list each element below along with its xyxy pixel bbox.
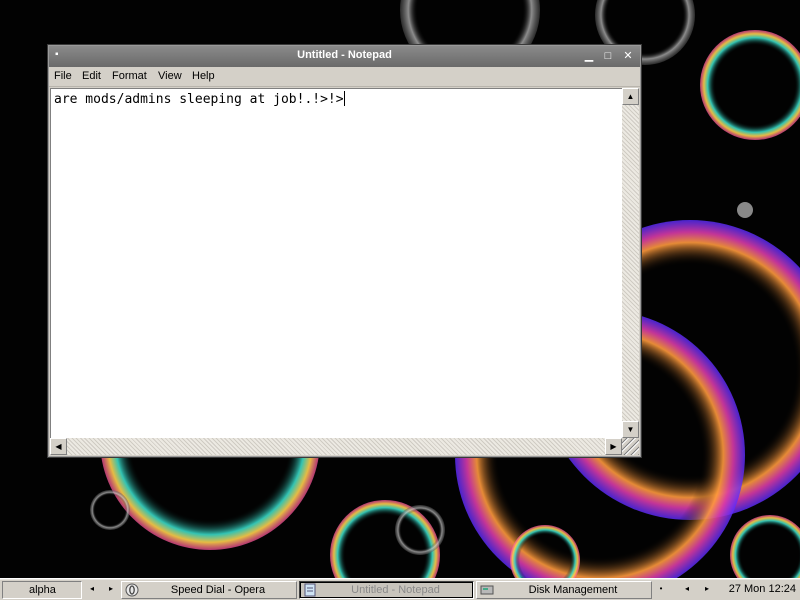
scroll-tasks-right-arrow-icon[interactable]: ▸ <box>702 582 712 596</box>
desktop-name: alpha <box>29 584 56 596</box>
minimize-button[interactable]: ▁ <box>582 49 596 63</box>
task-speed-dial-opera[interactable]: Speed Dial - Opera <box>121 581 297 599</box>
menu-file[interactable]: File <box>54 70 72 82</box>
disk-management-icon <box>480 585 494 595</box>
maximize-button[interactable]: □ <box>601 49 615 63</box>
editor-content: are mods/admins sleeping at job!.!>!> <box>54 92 344 107</box>
next-desktop-arrow-icon[interactable]: ▸ <box>106 582 116 596</box>
editor-text[interactable]: are mods/admins sleeping at job!.!>!> <box>54 91 345 107</box>
menu-help[interactable]: Help <box>192 70 215 82</box>
close-button[interactable]: ✕ <box>621 49 635 63</box>
title-bar[interactable]: ▪ Untitled - Notepad ▁ □ ✕ <box>49 46 640 67</box>
menu-view[interactable]: View <box>158 70 182 82</box>
task-disk-management[interactable]: Disk Management <box>476 581 652 599</box>
notepad-window: ▪ Untitled - Notepad ▁ □ ✕ File Edit For… <box>48 45 641 457</box>
desktop-switcher[interactable]: alpha <box>2 581 82 599</box>
scroll-up-arrow-icon[interactable]: ▲ <box>622 88 639 105</box>
vertical-scrollbar[interactable]: ▲ ▼ <box>622 88 639 438</box>
horizontal-scrollbar[interactable]: ◀ ▶ <box>50 438 622 455</box>
scroll-left-arrow-icon[interactable]: ◀ <box>50 438 67 455</box>
task-indicator-dot-icon: • <box>659 584 663 593</box>
menu-format[interactable]: Format <box>112 70 147 82</box>
text-editor-area[interactable]: are mods/admins sleeping at job!.!>!> <box>50 88 622 438</box>
clock[interactable]: 27 Mon 12:24 <box>729 581 796 599</box>
text-caret <box>343 91 345 106</box>
scroll-tasks-left-arrow-icon[interactable]: ◂ <box>682 582 692 596</box>
notepad-icon <box>304 583 316 597</box>
taskbar: alpha ◂ ▸ Speed Dial - Opera Untitled - … <box>0 578 800 600</box>
opera-icon <box>125 583 139 597</box>
task-label: Speed Dial - Opera <box>170 584 266 596</box>
scroll-right-arrow-icon[interactable]: ▶ <box>605 438 622 455</box>
menu-edit[interactable]: Edit <box>82 70 101 82</box>
previous-desktop-arrow-icon[interactable]: ◂ <box>87 582 97 596</box>
task-label: Untitled - Notepad <box>351 584 440 596</box>
task-label: Disk Management <box>528 584 618 596</box>
scroll-down-arrow-icon[interactable]: ▼ <box>622 421 639 438</box>
resize-grip[interactable] <box>622 438 639 455</box>
menu-bar: File Edit Format View Help <box>49 67 640 87</box>
window-title: Untitled - Notepad <box>297 49 392 61</box>
task-untitled-notepad[interactable]: Untitled - Notepad <box>299 581 474 599</box>
